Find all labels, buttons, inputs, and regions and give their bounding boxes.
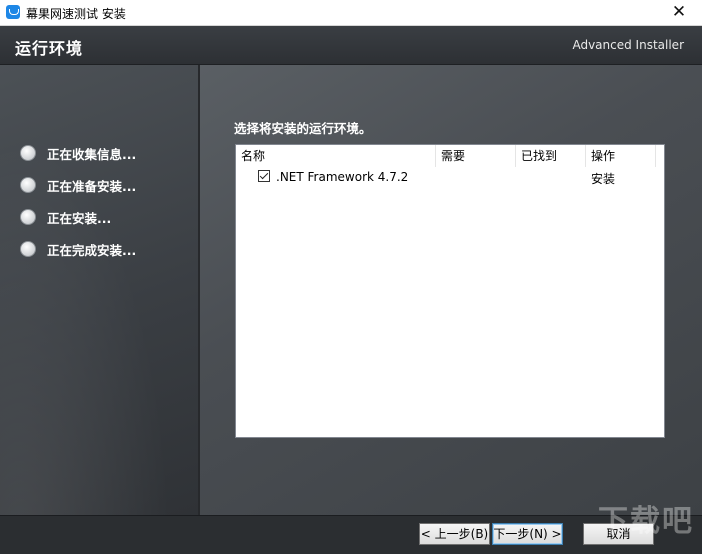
- row-name: .NET Framework 4.7.2: [276, 170, 409, 184]
- column-header-found[interactable]: 已找到: [516, 145, 586, 167]
- steps-panel: 正在收集信息... 正在准备安装... 正在安装... 正在完成安装...: [0, 65, 198, 515]
- page-header: 运行环境 Advanced Installer: [0, 26, 702, 65]
- back-button[interactable]: < 上一步(B): [419, 523, 490, 545]
- column-header-action[interactable]: 操作: [586, 145, 656, 167]
- prerequisites-list[interactable]: 名称 需要 已找到 操作 .NET Framework 4.7.2 安装: [235, 144, 665, 438]
- next-button[interactable]: 下一步(N) >: [492, 523, 563, 545]
- step-label: 正在收集信息...: [47, 147, 137, 162]
- row-checkbox[interactable]: [258, 170, 270, 182]
- step-label: 正在准备安装...: [47, 179, 137, 194]
- step-label: 正在安装...: [47, 211, 112, 226]
- column-header-required[interactable]: 需要: [436, 145, 516, 167]
- step-radio-icon: [20, 241, 36, 257]
- app-icon: [6, 5, 20, 19]
- page-title: 运行环境: [15, 39, 84, 58]
- close-icon[interactable]: ✕: [656, 0, 702, 25]
- table-row[interactable]: .NET Framework 4.7.2 安装: [236, 167, 664, 187]
- watermark-logo: 下载吧: [598, 504, 694, 539]
- instruction-text: 选择将安装的运行环境。: [234, 121, 372, 136]
- button-bar: < 上一步(B) 下一步(N) > 取消 下载吧: [0, 504, 702, 554]
- step-radio-icon: [20, 145, 36, 161]
- step-label: 正在完成安装...: [47, 243, 137, 258]
- step-radio-icon: [20, 209, 36, 225]
- column-header-name[interactable]: 名称: [236, 145, 436, 167]
- brand-label: Advanced Installer: [572, 38, 684, 52]
- row-action: 安装: [591, 172, 616, 186]
- window-titlebar: 幕果网速测试 安装 ✕: [0, 0, 702, 26]
- step-radio-icon: [20, 177, 36, 193]
- window-title: 幕果网速测试 安装: [26, 7, 126, 21]
- main-panel: 选择将安装的运行环境。 名称 需要 已找到 操作 .NET Framework …: [200, 65, 702, 515]
